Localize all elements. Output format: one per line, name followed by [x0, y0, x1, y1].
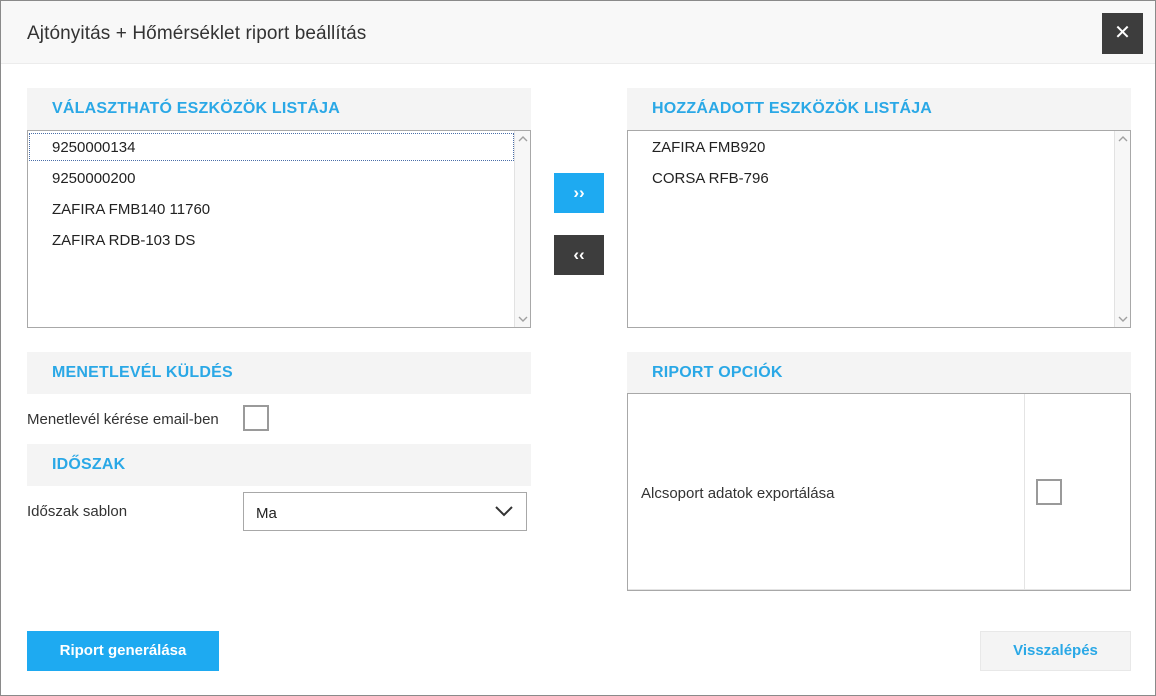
list-item[interactable]: CORSA RFB-796: [652, 170, 769, 187]
list-item[interactable]: ZAFIRA FMB920: [652, 139, 765, 156]
scroll-down-icon[interactable]: [518, 314, 528, 324]
table-divider: [1024, 394, 1025, 589]
generate-report-button[interactable]: Riport generálása: [27, 631, 219, 671]
scroll-up-icon[interactable]: [1118, 134, 1128, 144]
waybill-title: MENETLEVÉL KÜLDÉS: [52, 364, 233, 381]
waybill-email-label: Menetlevél kérése email-ben: [27, 411, 219, 428]
added-devices-title: HOZZÁADOTT ESZKÖZÖK LISTÁJA: [652, 100, 933, 117]
subgroup-export-label: Alcsoport adatok exportálása: [641, 485, 835, 502]
list-item[interactable]: 9250000134: [52, 139, 135, 156]
add-device-button[interactable]: ››: [554, 173, 604, 213]
list-item[interactable]: ZAFIRA RDB-103 DS: [52, 232, 195, 249]
available-devices-list[interactable]: 9250000134 9250000200 ZAFIRA FMB140 1176…: [27, 130, 531, 328]
list-item[interactable]: ZAFIRA FMB140 11760: [52, 201, 210, 218]
available-devices-header: VÁLASZTHATÓ ESZKÖZÖK LISTÁJA: [27, 88, 531, 130]
subgroup-export-checkbox[interactable]: [1036, 479, 1062, 505]
report-settings-dialog: Ajtónyitás + Hőmérséklet riport beállítá…: [0, 0, 1156, 696]
table-row-divider: [628, 589, 1130, 590]
close-button[interactable]: ✕: [1102, 13, 1143, 54]
waybill-header: MENETLEVÉL KÜLDÉS: [27, 352, 531, 394]
scroll-up-icon[interactable]: [518, 134, 528, 144]
available-list-scrollbar[interactable]: [514, 131, 530, 327]
double-chevron-left-icon: ‹‹: [573, 245, 585, 264]
report-options-header: RIPORT OPCIÓK: [627, 352, 1131, 394]
chevron-down-icon: [495, 506, 513, 517]
period-title: IDŐSZAK: [52, 456, 126, 473]
available-devices-title: VÁLASZTHATÓ ESZKÖZÖK LISTÁJA: [52, 100, 340, 117]
report-options-table: Alcsoport adatok exportálása: [627, 393, 1131, 591]
added-devices-list[interactable]: ZAFIRA FMB920 CORSA RFB-796: [627, 130, 1131, 328]
scroll-down-icon[interactable]: [1118, 314, 1128, 324]
period-template-select[interactable]: Ma: [243, 492, 527, 531]
period-template-label: Időszak sablon: [27, 503, 128, 520]
added-list-scrollbar[interactable]: [1114, 131, 1130, 327]
dialog-titlebar: Ajtónyitás + Hőmérséklet riport beállítá…: [1, 1, 1155, 64]
back-button[interactable]: Visszalépés: [980, 631, 1131, 671]
period-header: IDŐSZAK: [27, 444, 531, 486]
period-template-value: Ma: [256, 505, 277, 522]
double-chevron-right-icon: ››: [573, 183, 585, 202]
added-devices-header: HOZZÁADOTT ESZKÖZÖK LISTÁJA: [627, 88, 1131, 130]
list-item[interactable]: 9250000200: [52, 170, 135, 187]
waybill-email-checkbox[interactable]: [243, 405, 269, 431]
report-options-title: RIPORT OPCIÓK: [652, 364, 783, 381]
remove-device-button[interactable]: ‹‹: [554, 235, 604, 275]
close-icon: ✕: [1114, 22, 1131, 44]
dialog-title: Ajtónyitás + Hőmérséklet riport beállítá…: [27, 23, 367, 44]
